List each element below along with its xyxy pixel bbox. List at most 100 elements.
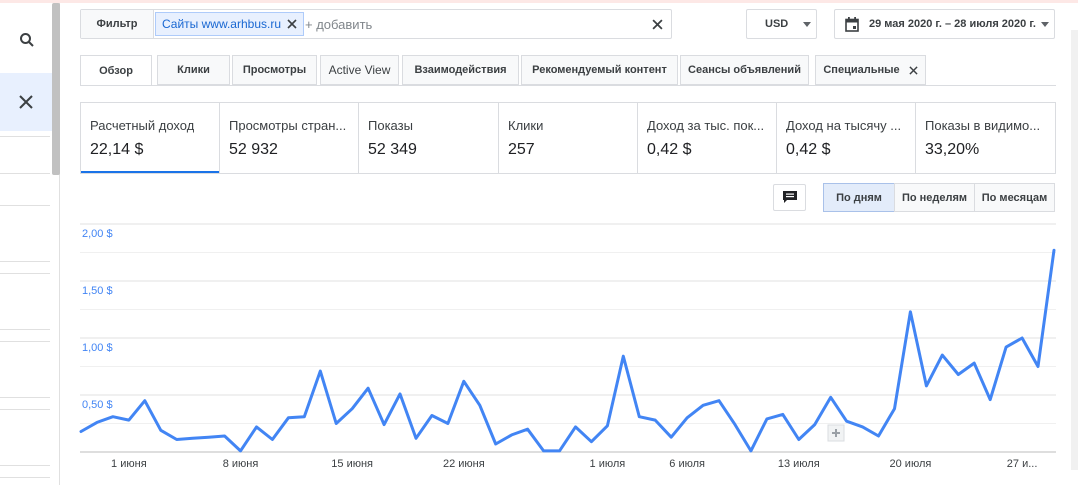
metric-estimated-revenue[interactable]: Расчетный доход 22,14 $	[81, 103, 220, 173]
tab-close-button[interactable]	[909, 65, 918, 75]
data-point[interactable]	[542, 449, 546, 453]
close-panel-button[interactable]	[0, 73, 52, 131]
data-point[interactable]	[382, 423, 386, 427]
data-point[interactable]	[797, 437, 801, 441]
data-point[interactable]	[829, 395, 833, 399]
data-point[interactable]	[924, 384, 928, 388]
period-weekly-button[interactable]: По неделям	[894, 183, 975, 212]
data-point[interactable]	[526, 427, 530, 431]
data-point[interactable]	[223, 434, 227, 438]
data-point[interactable]	[1036, 365, 1040, 369]
tab-custom[interactable]: Специальные	[815, 55, 926, 85]
data-point[interactable]	[191, 436, 195, 440]
data-point[interactable]	[398, 392, 402, 396]
chip-remove-button[interactable]	[285, 17, 299, 31]
data-point[interactable]	[669, 435, 673, 439]
metric-page-views[interactable]: Просмотры стран... 52 932	[220, 103, 359, 173]
x-tick-label: 1 июня	[111, 458, 147, 470]
data-point[interactable]	[637, 415, 641, 419]
sidebar-divider	[0, 273, 50, 274]
tab-clicks[interactable]: Клики	[157, 55, 230, 85]
data-point[interactable]	[79, 429, 83, 433]
annotations-button[interactable]	[773, 184, 806, 211]
data-point[interactable]	[589, 440, 593, 444]
metric-active-view-viewable[interactable]: Показы в видимо... 33,20%	[916, 103, 1055, 173]
data-point[interactable]	[956, 372, 960, 376]
data-point[interactable]	[717, 399, 721, 403]
tab-label: Active View	[328, 63, 391, 77]
data-point[interactable]	[414, 436, 418, 440]
data-point[interactable]	[334, 422, 338, 426]
filter-button[interactable]: Фильтр	[81, 10, 154, 38]
tab-overview[interactable]: Обзор	[80, 55, 152, 86]
tab-recommended-content[interactable]: Рекомендуемый контент	[521, 55, 678, 85]
data-point[interactable]	[446, 422, 450, 426]
filter-chip[interactable]: Сайты www.arhbus.ru	[155, 12, 304, 36]
data-point[interactable]	[653, 418, 657, 422]
data-point[interactable]	[972, 361, 976, 365]
data-point[interactable]	[573, 425, 577, 429]
data-point[interactable]	[478, 403, 482, 407]
data-point[interactable]	[892, 407, 896, 411]
metric-impression-rpm[interactable]: Доход на тысячу ... 0,42 $	[777, 103, 916, 173]
data-point[interactable]	[908, 310, 912, 314]
tab-interactions[interactable]: Взаимодействия	[402, 55, 519, 85]
data-point[interactable]	[1020, 336, 1024, 340]
data-point[interactable]	[510, 433, 514, 437]
data-point[interactable]	[239, 449, 243, 453]
data-point[interactable]	[1004, 345, 1008, 349]
currency-select[interactable]: USD	[746, 9, 817, 39]
clear-filters-button[interactable]	[649, 16, 665, 32]
data-point[interactable]	[494, 442, 498, 446]
data-point[interactable]	[621, 354, 625, 358]
data-point[interactable]	[366, 386, 370, 390]
search-icon	[20, 33, 34, 47]
data-point[interactable]	[685, 416, 689, 420]
data-point[interactable]	[861, 425, 865, 429]
data-point[interactable]	[940, 353, 944, 357]
data-point[interactable]	[988, 398, 992, 402]
tab-ad-sessions[interactable]: Сеансы объявлений	[680, 55, 809, 85]
data-point[interactable]	[143, 399, 147, 403]
data-point[interactable]	[765, 417, 769, 421]
data-point[interactable]	[254, 425, 258, 429]
metric-clicks[interactable]: Клики 257	[499, 103, 638, 173]
data-point[interactable]	[877, 434, 881, 438]
data-point[interactable]	[733, 423, 737, 427]
data-point[interactable]	[159, 428, 163, 432]
data-point[interactable]	[430, 414, 434, 418]
add-filter-input[interactable]	[305, 14, 625, 34]
add-annotation-marker[interactable]	[827, 424, 845, 442]
data-point[interactable]	[111, 415, 115, 419]
metric-impressions[interactable]: Показы 52 349	[359, 103, 499, 173]
page-scrollbar[interactable]	[1071, 30, 1078, 470]
date-range-picker[interactable]: 29 мая 2020 г. – 28 июля 2020 г.	[834, 9, 1055, 39]
data-point[interactable]	[318, 369, 322, 373]
data-point[interactable]	[605, 424, 609, 428]
data-point[interactable]	[350, 407, 354, 411]
data-point[interactable]	[286, 416, 290, 420]
search-button[interactable]	[14, 27, 40, 53]
data-point[interactable]	[302, 415, 306, 419]
data-point[interactable]	[462, 379, 466, 383]
tab-views[interactable]: Просмотры	[232, 55, 317, 85]
data-point[interactable]	[845, 419, 849, 423]
calendar-icon	[845, 17, 859, 32]
data-point[interactable]	[127, 418, 131, 422]
data-point[interactable]	[813, 423, 817, 427]
data-point[interactable]	[558, 449, 562, 453]
data-point[interactable]	[749, 449, 753, 453]
period-daily-button[interactable]: По дням	[823, 183, 895, 212]
data-point[interactable]	[701, 403, 705, 407]
filter-bar: Фильтр Сайты www.arhbus.ru	[80, 9, 672, 39]
data-point[interactable]	[1052, 248, 1056, 252]
tab-active-view[interactable]: Active View	[320, 55, 399, 85]
sidebar-scrollbar[interactable]	[52, 3, 60, 175]
data-point[interactable]	[781, 412, 785, 416]
data-point[interactable]	[175, 437, 179, 441]
data-point[interactable]	[207, 435, 211, 439]
metric-page-rpm[interactable]: Доход за тыс. пок... 0,42 $	[638, 103, 777, 173]
data-point[interactable]	[95, 420, 99, 424]
data-point[interactable]	[270, 437, 274, 441]
period-monthly-button[interactable]: По месяцам	[974, 183, 1055, 212]
